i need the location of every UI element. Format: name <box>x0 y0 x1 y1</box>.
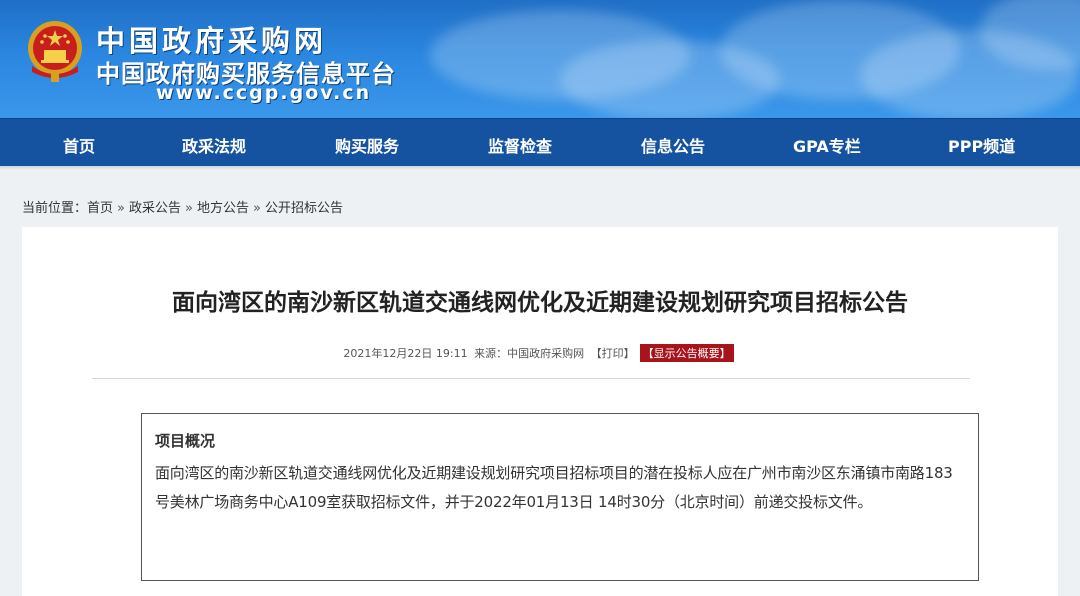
article-card: 面向湾区的南沙新区轨道交通线网优化及近期建设规划研究项目招标公告 2021年12… <box>22 227 1058 596</box>
breadcrumb-local[interactable]: 地方公告 <box>197 201 249 216</box>
print-link[interactable]: 【打印】 <box>591 347 635 360</box>
show-summary-button[interactable]: 【显示公告概要】 <box>639 344 734 362</box>
article-source: 中国政府采购网 <box>507 347 585 360</box>
breadcrumb-public-tender[interactable]: 公开招标公告 <box>265 201 343 216</box>
breadcrumb-separator: » <box>253 201 261 216</box>
breadcrumb-home[interactable]: 首页 <box>87 201 113 216</box>
article-date: 2021年12月22日 19:11 <box>343 347 468 360</box>
summary-heading: 项目概况 <box>155 432 216 450</box>
site-banner: 中国政府采购网 中国政府购买服务信息平台 www.ccgp.gov.cn <box>0 0 1080 118</box>
breadcrumb-separator: » <box>185 201 193 216</box>
nav-item-supervision[interactable]: 监督检查 <box>488 133 552 157</box>
main-nav: 首页 政采法规 购买服务 监督检查 信息公告 GPA专栏 PPP频道 <box>0 118 1080 166</box>
nav-item-regulations[interactable]: 政采法规 <box>182 133 246 157</box>
breadcrumb-separator: » <box>117 201 125 216</box>
site-url: www.ccgp.gov.cn <box>156 82 372 104</box>
breadcrumb-prefix: 当前位置： <box>22 201 88 216</box>
nav-item-gpa[interactable]: GPA专栏 <box>793 133 861 157</box>
nav-item-announcements[interactable]: 信息公告 <box>641 133 705 157</box>
nav-shadow <box>0 166 1080 170</box>
nav-item-purchase-services[interactable]: 购买服务 <box>335 133 399 157</box>
project-summary-box: 项目概况 面向湾区的南沙新区轨道交通线网优化及近期建设规划研究项目招标项目的潜在… <box>141 413 979 581</box>
national-emblem-icon <box>28 21 82 82</box>
article-meta: 2021年12月22日 19:11 来源：中国政府采购网 【打印】 【显示公告概要… <box>22 344 1058 362</box>
article-title: 面向湾区的南沙新区轨道交通线网优化及近期建设规划研究项目招标公告 <box>172 290 908 316</box>
nav-item-home[interactable]: 首页 <box>63 133 95 157</box>
divider <box>92 378 970 379</box>
breadcrumb: 当前位置：首页 » 政采公告 » 地方公告 » 公开招标公告 <box>22 197 343 216</box>
breadcrumb-procurement[interactable]: 政采公告 <box>129 201 181 216</box>
summary-text: 面向湾区的南沙新区轨道交通线网优化及近期建设规划研究项目招标项目的潜在投标人应在… <box>155 464 953 511</box>
nav-item-ppp[interactable]: PPP频道 <box>948 133 1015 157</box>
source-label: 来源： <box>474 347 508 360</box>
